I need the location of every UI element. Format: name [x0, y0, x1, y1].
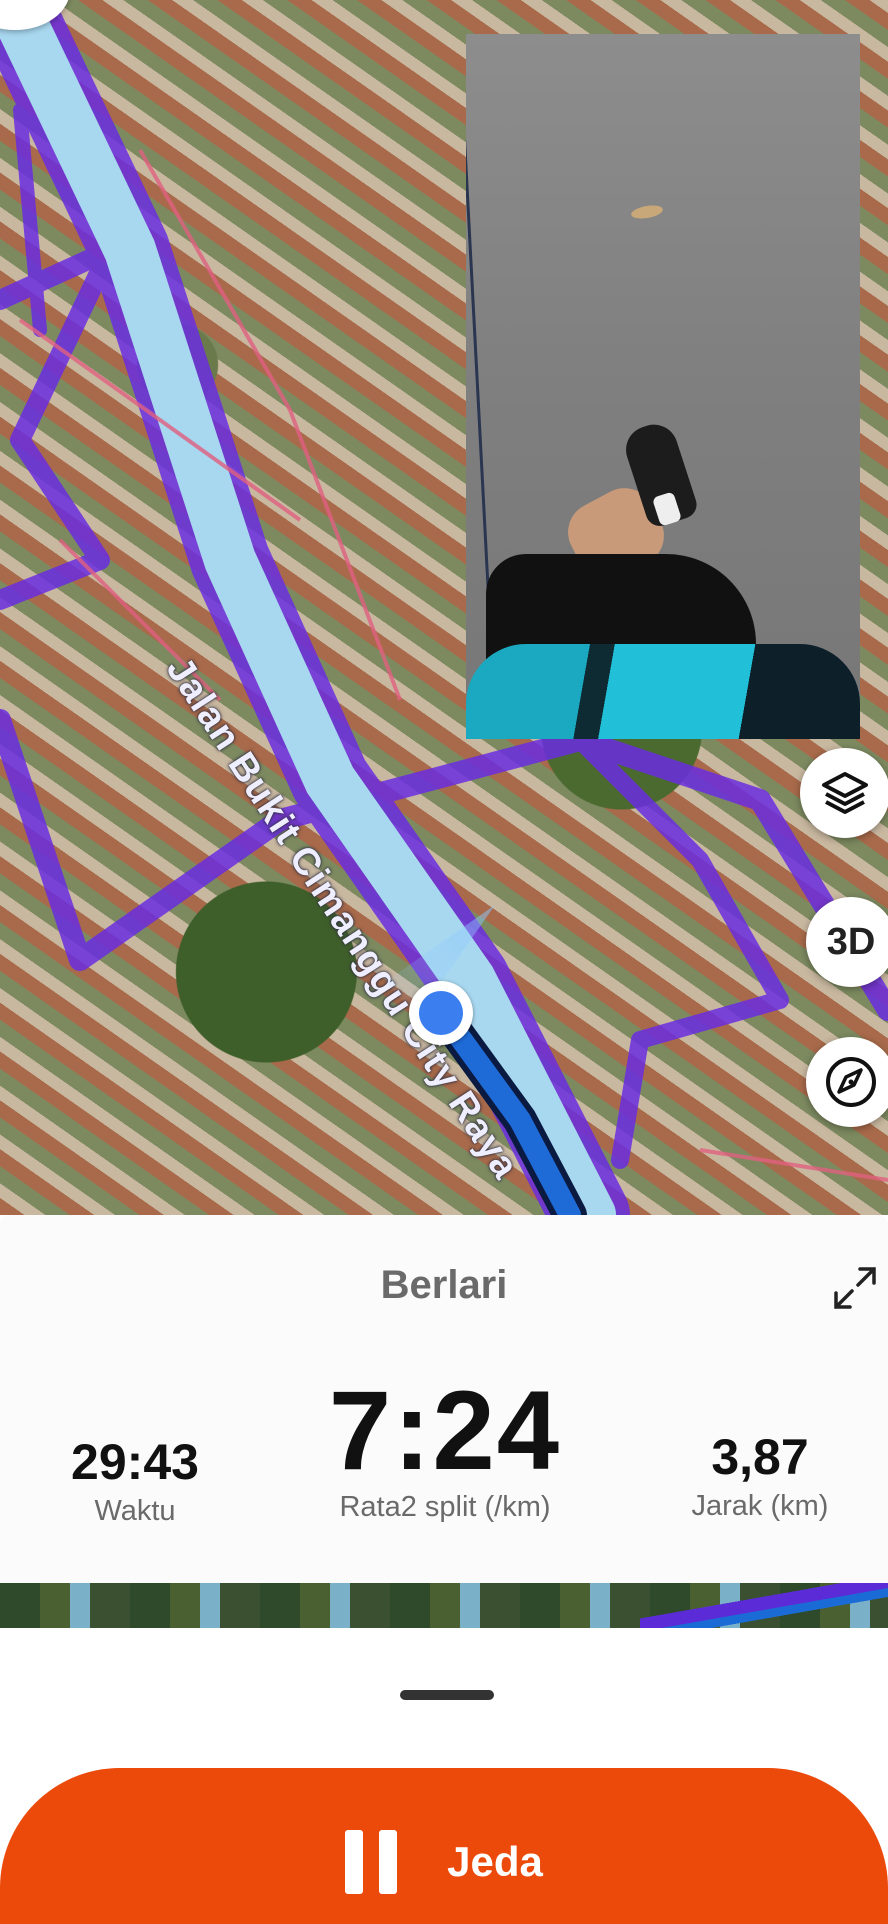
- map-view[interactable]: Jalan Bukit Cimanggu City Raya 3D: [0, 0, 888, 1215]
- current-location-marker: [409, 981, 473, 1045]
- stat-pace: 7:24 Rata2 split (/km): [300, 1375, 590, 1524]
- compass-button[interactable]: [806, 1037, 888, 1127]
- pause-label: Jeda: [447, 1838, 543, 1885]
- 3d-label: 3D: [826, 920, 876, 963]
- compass-icon: [826, 1057, 876, 1107]
- distance-label: Jarak (km): [691, 1490, 829, 1522]
- stat-distance: 3,87 Jarak (km): [680, 1428, 840, 1523]
- pace-label: Rata2 split (/km): [339, 1491, 551, 1523]
- pause-button[interactable]: Jeda: [0, 1768, 888, 1924]
- layers-icon: [822, 772, 868, 814]
- activity-type: Berlari: [380, 1263, 508, 1307]
- time-value: 29:43: [71, 1434, 199, 1490]
- drag-handle[interactable]: [400, 1690, 494, 1700]
- layers-button[interactable]: [800, 748, 888, 838]
- leaf: [630, 203, 664, 221]
- 3d-toggle-button[interactable]: 3D: [806, 897, 888, 987]
- stats-panel: Berlari 29:43 Waktu 7:24 Rata2 split (/k…: [0, 1215, 888, 1583]
- stat-time: 29:43 Waktu: [55, 1433, 215, 1528]
- time-label: Waktu: [94, 1495, 176, 1527]
- bottom-sheet: Jeda: [0, 1628, 888, 1924]
- pause-icon: [345, 1830, 401, 1894]
- map-strip: [0, 1583, 888, 1628]
- runner-shirt: [466, 644, 860, 739]
- video-overlay: [466, 34, 860, 739]
- pace-value: 7:24: [328, 1368, 562, 1493]
- expand-icon[interactable]: [832, 1265, 878, 1311]
- distance-value: 3,87: [711, 1429, 809, 1485]
